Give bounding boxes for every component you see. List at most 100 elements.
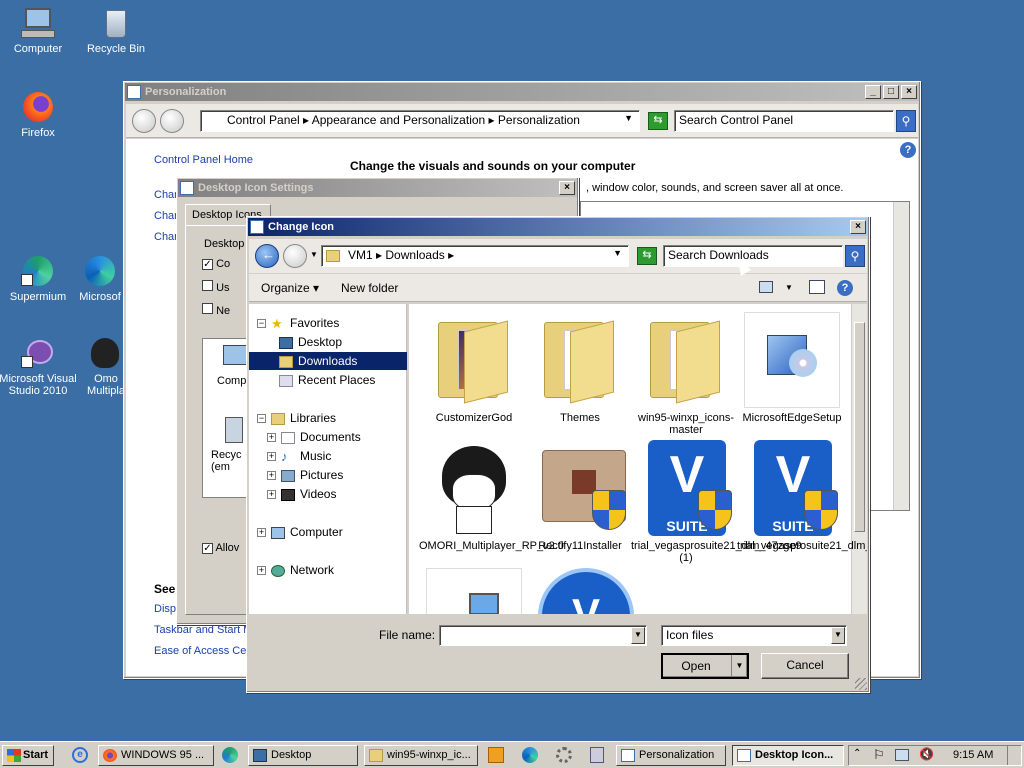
close-button[interactable]: × [850, 220, 866, 234]
address-bar[interactable]: Control Panel ▸ Appearance and Personali… [200, 110, 640, 132]
file-item[interactable]: V SUITE trial_vegasprosuite21_dlm_47zge9 … [631, 440, 802, 564]
organize-button[interactable]: Organize ▾ [261, 281, 319, 295]
desktop-icon-visual-studio[interactable]: Microsoft Visual Studio 2010 [0, 336, 78, 397]
close-button[interactable]: × [559, 181, 575, 195]
tree-item-documents[interactable]: + Documents [267, 430, 361, 444]
tree-item-network[interactable]: + Network [257, 563, 334, 577]
file-item[interactable]: CustomizerGod [419, 312, 529, 424]
breadcrumb-vm1[interactable]: VM1 [348, 248, 373, 262]
minimize-button[interactable]: _ [865, 85, 881, 99]
file-item[interactable]: MicrosoftEdgeSetup [737, 312, 847, 424]
preview-pane-icon[interactable] [809, 280, 825, 294]
chevron-down-icon[interactable]: ▼ [613, 248, 622, 258]
desktop-icon-computer[interactable]: Computer [0, 6, 78, 55]
taskbar-button-personalization[interactable]: Personalization [616, 745, 726, 766]
clock[interactable]: 9:15 AM [953, 749, 993, 761]
file-item[interactable]: Themes [525, 312, 635, 424]
control-panel-home-link[interactable]: Control Panel Home [154, 154, 253, 166]
filetype-select[interactable]: Icon files ▼ [661, 625, 847, 646]
media-player-icon[interactable] [488, 747, 504, 763]
tree-item-music[interactable]: + ♪ Music [267, 449, 331, 463]
tree-item-recent-places[interactable]: Recent Places [279, 373, 375, 387]
desktop-icon-firefox[interactable]: Firefox [0, 90, 78, 139]
personalization-titlebar[interactable]: Personalization _ □ × [125, 83, 919, 101]
tree-item-videos[interactable]: + Videos [267, 487, 336, 501]
network-icon[interactable] [895, 749, 909, 761]
maximize-button[interactable]: □ [883, 85, 899, 99]
desktop-icon-settings-titlebar[interactable]: Desktop Icon Settings × [178, 179, 577, 197]
search-input[interactable]: Search Downloads [663, 245, 843, 267]
help-icon[interactable]: ? [900, 142, 916, 158]
desktop-icon-microsoft[interactable]: Microsof [74, 254, 126, 303]
see-link[interactable]: Taskbar and Start M [154, 624, 252, 636]
see-link[interactable]: Displ [154, 603, 178, 615]
breadcrumb-control-panel[interactable]: Control Panel [227, 113, 300, 127]
start-button[interactable]: Start [2, 745, 54, 766]
chevron-down-icon[interactable]: ▼ [631, 627, 645, 644]
file-item[interactable]: Rectify11Installer [525, 440, 635, 552]
vertical-scrollbar[interactable] [851, 304, 867, 614]
file-item[interactable] [419, 568, 529, 614]
file-item[interactable]: VSUITE trial_vegasprosuite21_dlm_47zge9 [737, 440, 867, 552]
left-link[interactable]: Char [154, 231, 178, 243]
breadcrumb-personalization[interactable]: Personalization [498, 113, 580, 127]
volume-icon[interactable]: 🔇 [919, 747, 934, 761]
desktop-icon-omori[interactable]: Omo Multipla [86, 336, 126, 397]
tree-item-downloads[interactable]: Downloads [279, 354, 357, 368]
checkbox-computer[interactable]: ✓ Co [202, 258, 230, 270]
file-item[interactable]: V [525, 568, 635, 614]
tree-item-favorites[interactable]: − ★ Favorites [257, 316, 339, 330]
filename-input[interactable]: ▼ [439, 625, 647, 646]
file-item[interactable]: win95-winxp_icons-master [631, 312, 741, 436]
chevron-down-icon[interactable]: ▼ [624, 113, 633, 123]
left-link[interactable]: Char [154, 210, 178, 222]
breadcrumb-appearance[interactable]: Appearance and Personalization [312, 113, 485, 127]
taskbar-button-desktop-icon-settings[interactable]: Desktop Icon... [732, 745, 844, 766]
refresh-icon[interactable]: ⇆ [637, 247, 657, 265]
resize-grip-icon[interactable] [855, 678, 867, 690]
open-button[interactable]: Open ▼ [661, 653, 749, 679]
tree-item-libraries[interactable]: − Libraries [257, 411, 336, 425]
recent-pages-chevron-icon[interactable]: ▼ [310, 250, 318, 259]
checkbox-network[interactable]: Ne [202, 303, 230, 317]
scroll-thumb[interactable] [854, 322, 865, 532]
checkbox-user[interactable]: Us [202, 280, 230, 294]
search-input[interactable]: Search Control Panel [674, 110, 894, 132]
settings-icon[interactable] [556, 747, 572, 763]
calculator-icon[interactable] [590, 747, 604, 763]
desktop-icon-recycle-bin[interactable]: Recycle Bin [76, 6, 156, 55]
edge-icon[interactable] [522, 747, 538, 763]
taskbar-button-desktop[interactable]: Desktop [248, 745, 358, 766]
refresh-icon[interactable]: ⇆ [648, 112, 668, 130]
allow-themes-checkbox[interactable]: ✓ Allov [202, 542, 239, 554]
taskbar-button-folder[interactable]: win95-winxp_ic... [364, 745, 478, 766]
internet-explorer-icon[interactable]: e [72, 747, 88, 763]
tree-item-computer[interactable]: + Computer [257, 525, 343, 539]
see-link[interactable]: Ease of Access Cen [154, 645, 252, 657]
cancel-button[interactable]: Cancel [761, 653, 849, 679]
chevron-down-icon[interactable]: ▼ [731, 655, 747, 677]
chevron-down-icon[interactable]: ▼ [785, 283, 793, 292]
close-button[interactable]: × [901, 85, 917, 99]
desktop-icon-supermium[interactable]: Supermium [0, 254, 78, 303]
view-options-icon[interactable] [759, 281, 773, 293]
search-icon[interactable]: ⚲ [845, 245, 865, 267]
file-list[interactable]: CustomizerGod Themes win95-winxp_icons-m… [409, 304, 867, 614]
left-link[interactable]: Char [154, 189, 178, 201]
chevron-up-icon[interactable]: ⌃ [853, 748, 861, 759]
show-desktop-button[interactable] [1007, 746, 1019, 765]
tree-item-desktop[interactable]: Desktop [279, 335, 342, 349]
supermium-icon[interactable] [222, 747, 238, 763]
file-item[interactable]: OMORI_Multiplayer_RP_v2.0 [419, 440, 564, 552]
breadcrumb-downloads[interactable]: Downloads [385, 248, 444, 262]
back-button[interactable]: ← [255, 244, 279, 268]
back-button[interactable] [132, 109, 156, 133]
icon-list[interactable]: Comp Recyc (em [202, 338, 252, 498]
forward-button[interactable] [283, 244, 307, 268]
new-folder-button[interactable]: New folder [341, 281, 398, 295]
tree-item-pictures[interactable]: + Pictures [267, 468, 343, 482]
address-bar[interactable]: VM1 ▸ Downloads ▸ ▼ [321, 245, 629, 267]
flag-icon[interactable]: ⚐ [873, 747, 885, 763]
change-icon-titlebar[interactable]: Change Icon × [248, 218, 868, 236]
chevron-down-icon[interactable]: ▼ [831, 627, 845, 644]
